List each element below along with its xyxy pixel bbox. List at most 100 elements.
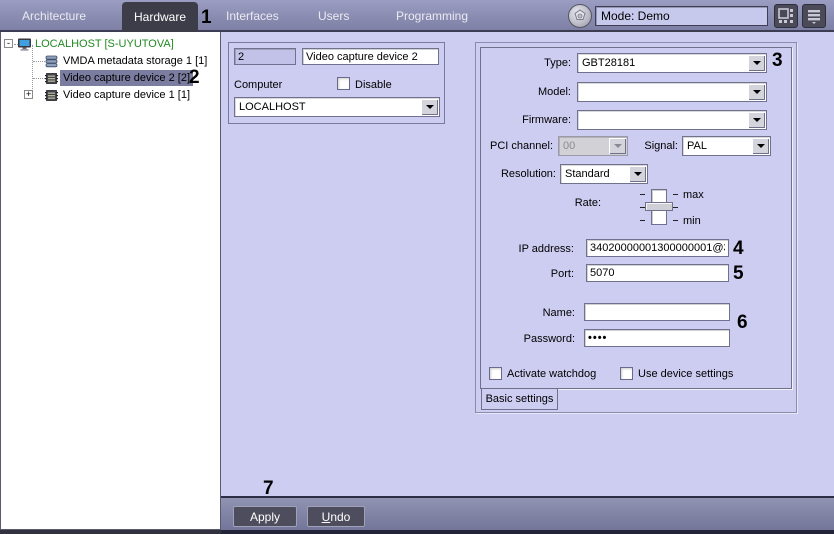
apply-button[interactable]: Apply [233, 506, 297, 527]
slider-tick [640, 220, 645, 221]
tree-label-localhost[interactable]: LOCALHOST [S-UYUTOVA] [35, 36, 174, 52]
pci-channel-label: PCI channel: [481, 140, 553, 152]
chevron-down-icon [753, 118, 761, 122]
menu-hardware-active-tab[interactable]: Hardware [122, 2, 198, 32]
dropdown-button[interactable] [752, 138, 769, 154]
application-window: Architecture Hardware Interfaces Users P… [0, 0, 834, 534]
slider-tick [640, 207, 645, 208]
resolution-select[interactable]: Standard [560, 164, 648, 184]
callout-4: 4 [733, 239, 744, 258]
database-icon [45, 55, 58, 73]
sphere-icon [572, 8, 588, 24]
slider-tick [673, 207, 678, 208]
slider-tick [673, 194, 678, 195]
slider-tick [673, 220, 678, 221]
login-name-field[interactable] [584, 303, 730, 321]
firmware-select[interactable] [577, 110, 767, 130]
port-label: Port: [481, 268, 574, 280]
expand-box-icon[interactable]: + [24, 90, 33, 99]
disable-label: Disable [355, 79, 392, 91]
dropdown-button[interactable] [748, 84, 765, 100]
device-name-field[interactable] [302, 48, 439, 65]
mode-field[interactable]: Mode: Demo [595, 6, 768, 26]
slider-tick [640, 194, 645, 195]
tree-label-video-device-2[interactable]: Video capture device 2 [2] [60, 70, 193, 86]
activate-watchdog-label: Activate watchdog [507, 368, 596, 380]
use-device-settings-label: Use device settings [638, 368, 733, 380]
type-select-value: GBT28181 [582, 57, 635, 69]
footer-bar: Apply Undo [221, 496, 834, 534]
device-id-field[interactable] [234, 48, 296, 65]
capture-card-icon [45, 89, 58, 107]
pci-channel-value: 00 [563, 140, 575, 152]
callout-1: 1 [201, 8, 212, 27]
settings-area: Computer Disable LOCALHOST Type: GBT2818… [221, 32, 834, 496]
app-logo-button[interactable] [568, 4, 592, 28]
password-field[interactable] [584, 329, 730, 347]
login-name-label: Name: [481, 307, 575, 319]
chevron-down-icon [634, 172, 642, 176]
objects-tree-panel: - LOCALHOST [S-UYUTOVA] VMDA me [0, 32, 221, 530]
callout-5: 5 [733, 264, 744, 283]
undo-label-initial: U [322, 510, 331, 524]
menu-architecture[interactable]: Architecture [22, 9, 86, 23]
tab-basic-settings[interactable]: Basic settings [481, 389, 558, 410]
rate-max-label: max [683, 189, 704, 201]
dropdown-button[interactable] [748, 112, 765, 128]
capture-card-icon [45, 72, 58, 90]
undo-button[interactable]: Undo [307, 506, 365, 527]
model-select[interactable] [577, 82, 767, 102]
rate-min-label: min [683, 215, 701, 227]
menu-interfaces[interactable]: Interfaces [226, 9, 279, 23]
resolution-select-value: Standard [565, 168, 610, 180]
callout-3: 3 [772, 51, 783, 70]
dropdown-button[interactable] [629, 166, 646, 182]
dropdown-button[interactable] [421, 99, 438, 115]
panels-menu-button[interactable] [802, 4, 826, 28]
tree-label-vmda[interactable]: VMDA metadata storage 1 [1] [63, 53, 207, 69]
tree-connector [33, 61, 45, 62]
top-menu-bar: Architecture Hardware Interfaces Users P… [0, 0, 834, 32]
menu-programming[interactable]: Programming [396, 9, 468, 23]
chevron-down-icon [614, 144, 622, 148]
computer-select[interactable]: LOCALHOST [234, 97, 440, 117]
tree-connector [32, 45, 33, 95]
firmware-label: Firmware: [481, 114, 571, 126]
layout-grid-icon [778, 8, 794, 24]
chevron-down-icon [426, 105, 434, 109]
chevron-down-icon [753, 90, 761, 94]
ip-address-field[interactable] [586, 239, 729, 257]
type-select[interactable]: GBT28181 [577, 53, 767, 73]
rate-slider-thumb[interactable] [645, 202, 673, 211]
computer-label: Computer [234, 79, 282, 91]
ip-address-label: IP address: [481, 243, 574, 255]
callout-6: 6 [737, 313, 748, 332]
list-menu-icon [806, 8, 822, 24]
type-label: Type: [481, 57, 571, 69]
chevron-down-icon [753, 61, 761, 65]
device-id-groupbox: Computer Disable LOCALHOST [228, 42, 445, 124]
resolution-label: Resolution: [481, 168, 556, 180]
computer-select-value: LOCALHOST [239, 101, 306, 113]
callout-2: 2 [189, 68, 200, 87]
chevron-down-icon [757, 144, 765, 148]
tree-connector [33, 78, 45, 79]
model-label: Model: [481, 86, 571, 98]
tree-label-video-device-1[interactable]: Video capture device 1 [1] [63, 87, 190, 103]
dropdown-button [609, 138, 626, 154]
dropdown-button[interactable] [748, 55, 765, 71]
undo-label-rest: ndo [330, 510, 350, 524]
menu-hardware-label: Hardware [134, 10, 186, 24]
activate-watchdog-checkbox[interactable] [489, 367, 502, 380]
computer-icon [17, 38, 32, 56]
rate-label: Rate: [511, 197, 601, 209]
use-device-settings-checkbox[interactable] [620, 367, 633, 380]
screens-layout-button[interactable] [774, 4, 798, 28]
signal-select[interactable]: PAL [682, 136, 771, 156]
signal-label: Signal: [636, 140, 678, 152]
disable-checkbox[interactable] [337, 77, 350, 90]
port-field[interactable] [586, 264, 729, 282]
collapse-box-icon[interactable]: - [4, 39, 13, 48]
menu-users[interactable]: Users [318, 9, 349, 23]
pci-channel-select: 00 [558, 136, 628, 156]
